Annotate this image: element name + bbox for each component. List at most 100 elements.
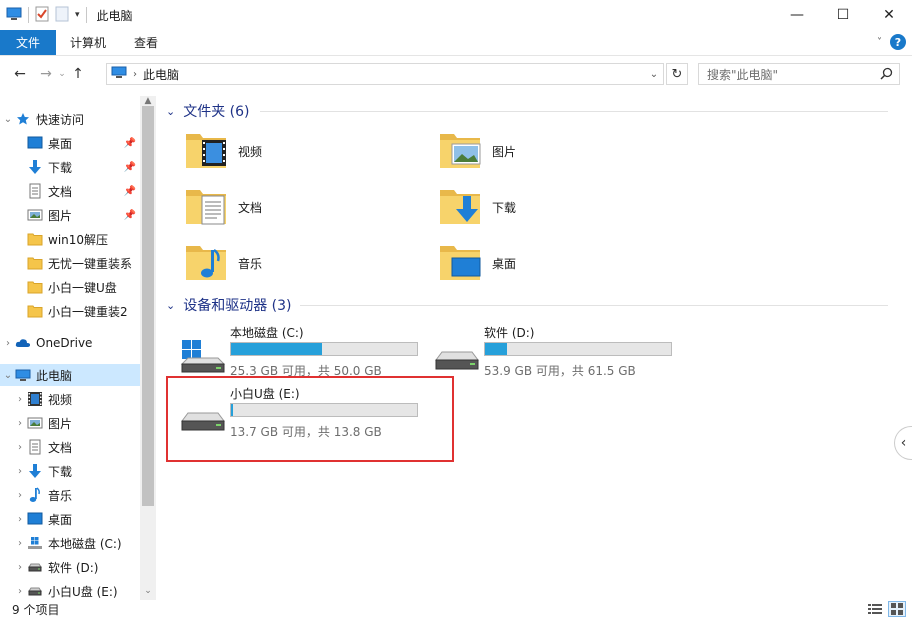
chevron-down-icon[interactable]: ⌄ bbox=[2, 114, 14, 125]
forward-arrow-icon[interactable]: → bbox=[36, 66, 56, 82]
nav-quick-item[interactable]: 小白一键重装2 bbox=[0, 300, 140, 322]
item-count: 9 个项目 bbox=[12, 603, 60, 617]
picture-icon bbox=[26, 415, 44, 431]
close-button[interactable]: ✕ bbox=[866, 0, 912, 30]
chevron-down-icon[interactable]: ⌄ bbox=[166, 299, 175, 312]
folders-group-header[interactable]: ⌄ 文件夹 (6) bbox=[166, 100, 250, 122]
chevron-down-icon[interactable]: ⌄ bbox=[2, 370, 14, 381]
nav-pc-item[interactable]: › 下载 bbox=[0, 460, 140, 482]
refresh-button[interactable]: ↻ bbox=[666, 63, 688, 85]
back-arrow-icon[interactable]: ← bbox=[10, 66, 30, 82]
nav-quick-item[interactable]: 无忧一键重装系 bbox=[0, 252, 140, 274]
download-icon bbox=[26, 159, 44, 175]
drive-item[interactable]: 软件 (D:) 53.9 GB 可用，共 61.5 GB bbox=[432, 324, 682, 380]
drive-usage-bar bbox=[230, 342, 418, 356]
folder-item[interactable]: 文档 bbox=[182, 182, 412, 232]
nav-pc-item[interactable]: › 文档 bbox=[0, 436, 140, 458]
expand-ribbon-icon[interactable]: ˅ bbox=[877, 37, 882, 48]
nav-pc-item[interactable]: › 软件 (D:) bbox=[0, 556, 140, 578]
navigation-row: ← → ⌄ ↑ › 此电脑 ⌄ ↻ 搜索"此电脑" bbox=[0, 57, 912, 91]
document-folder-icon bbox=[182, 182, 230, 233]
drive-usage-fill bbox=[231, 343, 323, 355]
breadcrumb-this-pc[interactable]: 此电脑 bbox=[143, 66, 179, 83]
scroll-up-icon[interactable]: ▲ bbox=[140, 96, 156, 106]
chevron-right-icon[interactable]: › bbox=[2, 338, 14, 349]
properties-icon[interactable] bbox=[35, 6, 49, 25]
folder-icon bbox=[26, 303, 44, 319]
recent-locations-dropdown[interactable]: ⌄ bbox=[56, 69, 68, 79]
computer-icon bbox=[111, 66, 127, 82]
chevron-right-icon[interactable]: › bbox=[14, 394, 26, 405]
pin-icon[interactable]: 📌 bbox=[124, 138, 136, 149]
address-bar[interactable]: › 此电脑 ⌄ bbox=[106, 63, 664, 85]
chevron-down-icon[interactable]: ⌄ bbox=[645, 64, 663, 84]
nav-pc-item[interactable]: › 小白U盘 (E:) bbox=[0, 580, 140, 600]
chevron-right-icon[interactable]: › bbox=[14, 586, 26, 597]
nav-onedrive[interactable]: › OneDrive bbox=[0, 332, 140, 354]
star-icon bbox=[14, 111, 32, 127]
drive-icon bbox=[26, 559, 44, 575]
chevron-right-icon[interactable]: › bbox=[14, 418, 26, 429]
computer-icon bbox=[14, 367, 32, 383]
tab-file[interactable]: 文件 bbox=[0, 30, 56, 55]
drive-item[interactable]: 本地磁盘 (C:) 25.3 GB 可用，共 50.0 GB bbox=[178, 324, 428, 380]
chevron-down-icon[interactable]: ⌄ bbox=[166, 105, 175, 118]
folder-item[interactable]: 桌面 bbox=[436, 238, 666, 288]
nav-quick-item[interactable]: 图片 📌 bbox=[0, 204, 140, 226]
chevron-right-icon[interactable]: › bbox=[14, 466, 26, 477]
customize-toolbar-dropdown[interactable]: ▾ bbox=[75, 10, 80, 20]
maximize-button[interactable]: ☐ bbox=[820, 0, 866, 30]
search-input[interactable]: 搜索"此电脑" bbox=[698, 63, 900, 85]
document-icon bbox=[26, 439, 44, 455]
highlight-box bbox=[166, 376, 454, 462]
navigation-scrollbar[interactable]: ▲ ⌄ bbox=[140, 96, 156, 600]
chevron-right-icon[interactable]: › bbox=[14, 538, 26, 549]
chevron-right-icon[interactable]: › bbox=[14, 514, 26, 525]
nav-quick-access[interactable]: ⌄ 快速访问 bbox=[0, 108, 140, 130]
folder-item[interactable]: 视频 bbox=[182, 126, 412, 176]
document-icon bbox=[26, 183, 44, 199]
nav-quick-item[interactable]: 小白一键U盘 bbox=[0, 276, 140, 298]
scrollbar-thumb[interactable] bbox=[142, 106, 154, 506]
nav-pc-item[interactable]: › 音乐 bbox=[0, 484, 140, 506]
pin-icon[interactable]: 📌 bbox=[124, 162, 136, 173]
navigation-pane: ⌄ 快速访问 桌面 📌 下载 📌 文档 📌 图片 📌 win10解压 无忧一键重… bbox=[0, 96, 156, 600]
nav-pc-item[interactable]: › 图片 bbox=[0, 412, 140, 434]
nav-pc-item[interactable]: › 本地磁盘 (C:) bbox=[0, 532, 140, 554]
status-bar: 9 个项目 bbox=[0, 598, 912, 621]
chevron-right-icon[interactable]: › bbox=[14, 562, 26, 573]
drives-group-header[interactable]: ⌄ 设备和驱动器 (3) bbox=[166, 294, 292, 316]
nav-quick-item[interactable]: 下载 📌 bbox=[0, 156, 140, 178]
nav-quick-item[interactable]: 文档 📌 bbox=[0, 180, 140, 202]
picture-icon bbox=[26, 207, 44, 223]
folder-item[interactable]: 下载 bbox=[436, 182, 666, 232]
folder-item[interactable]: 音乐 bbox=[182, 238, 412, 288]
up-arrow-icon[interactable]: ↑ bbox=[68, 66, 88, 82]
minimize-button[interactable]: — bbox=[774, 0, 820, 30]
new-folder-icon[interactable] bbox=[55, 6, 69, 25]
details-view-icon[interactable] bbox=[866, 601, 884, 617]
scroll-down-icon[interactable]: ⌄ bbox=[140, 586, 156, 596]
tab-view[interactable]: 查看 bbox=[120, 30, 172, 55]
desktop-folder-icon bbox=[436, 238, 484, 289]
pin-icon[interactable]: 📌 bbox=[124, 210, 136, 221]
nav-this-pc[interactable]: ⌄ 此电脑 bbox=[0, 364, 140, 386]
chevron-right-icon[interactable]: › bbox=[14, 490, 26, 501]
video-folder-icon bbox=[182, 126, 230, 177]
video-icon bbox=[26, 391, 44, 407]
chevron-left-icon[interactable]: ‹ bbox=[894, 426, 912, 460]
chevron-right-icon[interactable]: › bbox=[14, 442, 26, 453]
large-icons-view-icon[interactable] bbox=[888, 601, 906, 617]
nav-quick-item[interactable]: win10解压 bbox=[0, 228, 140, 250]
folder-item[interactable]: 图片 bbox=[436, 126, 666, 176]
download-icon bbox=[26, 463, 44, 479]
tab-computer[interactable]: 计算机 bbox=[56, 30, 120, 55]
download-folder-icon bbox=[436, 182, 484, 233]
nav-quick-item[interactable]: 桌面 📌 bbox=[0, 132, 140, 154]
breadcrumb-separator[interactable]: › bbox=[133, 69, 137, 80]
help-icon[interactable]: ? bbox=[890, 34, 906, 50]
nav-pc-item[interactable]: › 桌面 bbox=[0, 508, 140, 530]
nav-pc-item[interactable]: › 视频 bbox=[0, 388, 140, 410]
pin-icon[interactable]: 📌 bbox=[124, 186, 136, 197]
desktop-icon bbox=[26, 135, 44, 151]
